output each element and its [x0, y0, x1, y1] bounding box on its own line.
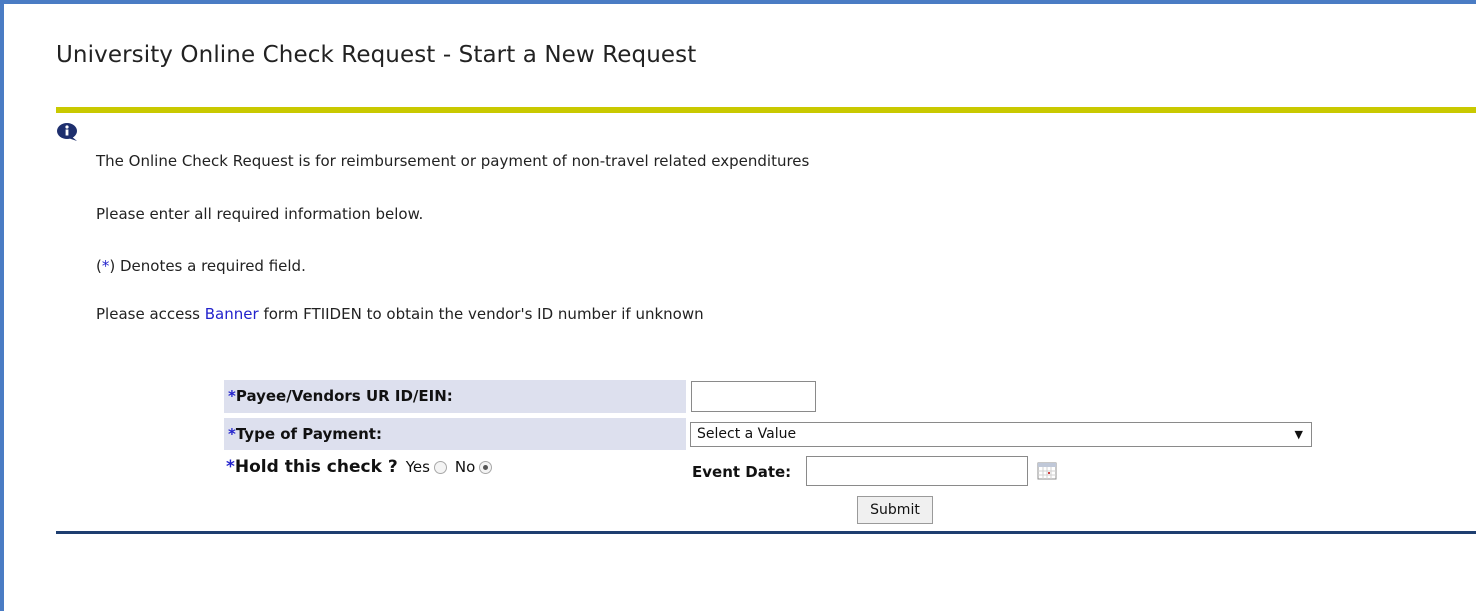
page-title: University Online Check Request - Start … — [56, 42, 697, 68]
hold-yes-option[interactable]: Yes — [406, 458, 447, 476]
chevron-down-icon: ▼ — [1294, 428, 1303, 441]
hold-yes-radio[interactable] — [433, 460, 447, 474]
info-text-purpose: The Online Check Request is for reimburs… — [96, 152, 810, 170]
payment-type-label-text: Type of Payment: — [235, 425, 382, 443]
banner-suffix: form FTIIDEN to obtain the vendor's ID n… — [258, 305, 704, 323]
banner-link[interactable]: Banner — [205, 305, 259, 323]
required-marker: * — [228, 425, 236, 443]
required-marker: * — [226, 457, 235, 477]
payee-id-input[interactable] — [691, 381, 816, 412]
required-marker: * — [228, 387, 236, 405]
payee-label-text: Payee/Vendors UR ID/EIN: — [235, 387, 453, 405]
event-date-input[interactable] — [806, 456, 1028, 486]
footer-divider — [56, 531, 1476, 534]
title-divider — [56, 107, 1476, 113]
event-date-label: Event Date: — [692, 463, 792, 481]
info-text-required-note: (*) Denotes a required field. — [96, 257, 306, 275]
hold-check-row: * Hold this check ? Yes No — [226, 457, 493, 477]
payment-type-label: *Type of Payment: — [224, 418, 686, 450]
calendar-icon[interactable] — [1037, 462, 1057, 480]
payment-type-select[interactable]: Select a Value ▼ — [690, 422, 1312, 447]
hold-no-radio[interactable] — [479, 460, 493, 474]
hold-no-label: No — [454, 458, 476, 476]
banner-prefix: Please access — [96, 305, 205, 323]
hold-check-label: Hold this check ? — [234, 457, 398, 477]
hold-no-option[interactable]: No — [454, 458, 493, 476]
submit-button[interactable]: Submit — [857, 496, 933, 524]
info-text-instructions: Please enter all required information be… — [96, 205, 424, 223]
required-note-text: ) Denotes a required field. — [109, 257, 306, 275]
hold-yes-label: Yes — [405, 458, 430, 476]
info-icon — [57, 123, 77, 141]
info-text-banner: Please access Banner form FTIIDEN to obt… — [96, 305, 704, 323]
payment-type-selected: Select a Value — [697, 426, 797, 442]
payee-label: *Payee/Vendors UR ID/EIN: — [224, 380, 686, 413]
